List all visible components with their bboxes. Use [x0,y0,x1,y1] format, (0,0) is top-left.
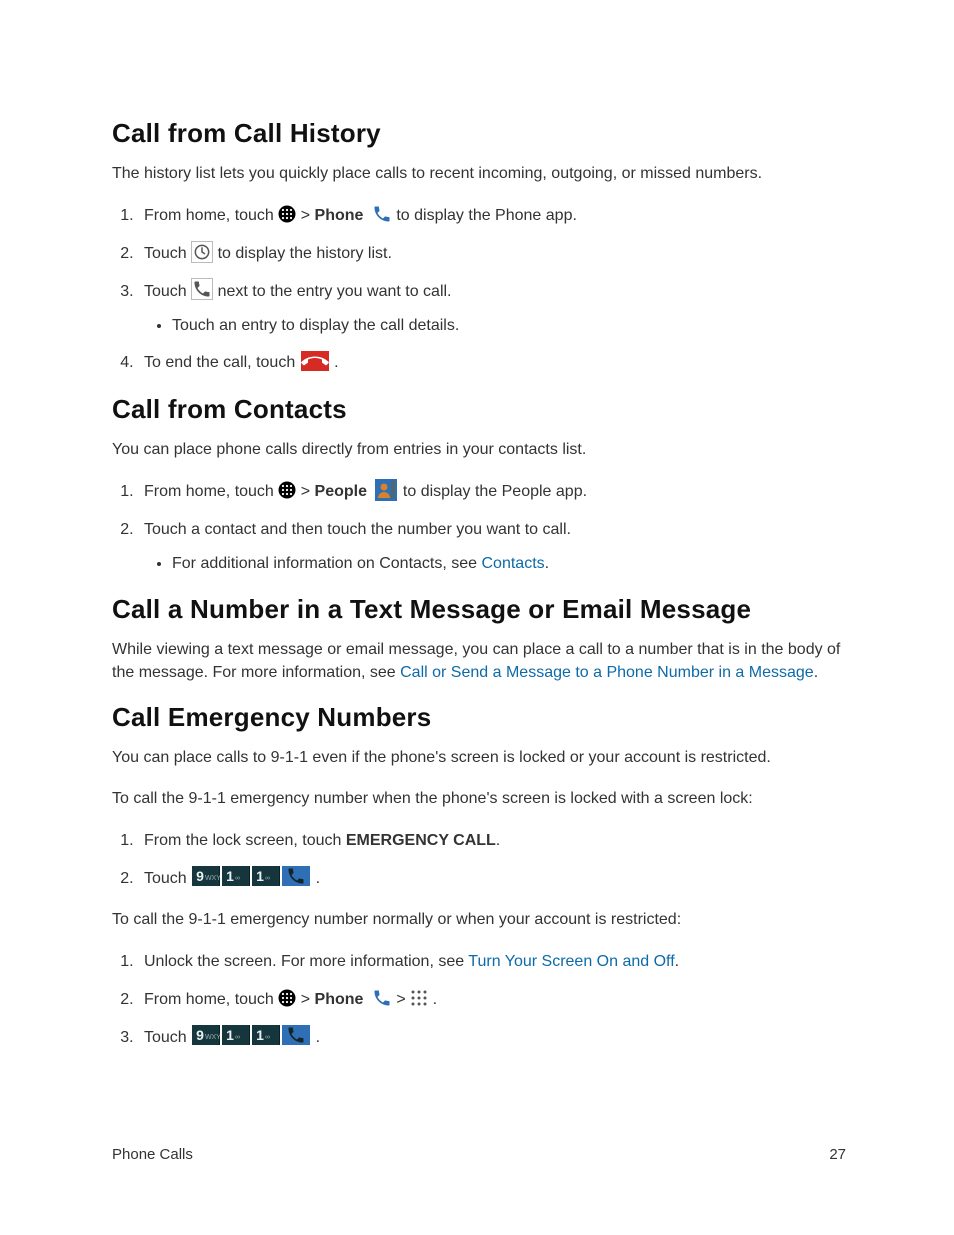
list-item: From the lock screen, touch EMERGENCY CA… [138,828,846,854]
heading-call-emergency: Call Emergency Numbers [112,702,846,733]
phone-handset-icon [372,988,392,1008]
list-item: Touch a contact and then touch the numbe… [138,517,846,577]
list-item: For additional information on Contacts, … [172,552,846,576]
history-clock-icon [191,241,213,263]
text: Touch [144,1029,191,1046]
steps-call-history: From home, touch > Phone to display the … [112,203,846,375]
text: Touch a contact and then touch the numbe… [144,521,571,538]
text: > [396,991,410,1008]
dial-call-icon [282,866,310,886]
text: Unlock the screen. For more information,… [144,953,468,970]
list-item: Unlock the screen. For more information,… [138,949,846,975]
call-message-link[interactable]: Call or Send a Message to a Phone Number… [400,664,814,681]
emergency-p1: You can place calls to 9-1-1 even if the… [112,747,846,769]
text: . [433,991,437,1008]
steps-contacts: From home, touch > People to display the… [112,479,846,576]
list-item: From home, touch > Phone > . [138,987,846,1013]
text: . [316,870,320,887]
screen-on-off-link[interactable]: Turn Your Screen On and Off [468,953,674,970]
list-item: Touch 9WXYZ1∞1∞ . [138,866,846,892]
contacts-link[interactable]: Contacts [482,555,545,572]
apps-grid-icon [278,989,296,1007]
text: . [545,555,549,572]
emergency-call-label: EMERGENCY CALL [346,832,496,849]
intro-contacts: You can place phone calls directly from … [112,439,846,461]
dialkey-1-icon: 1∞ [222,866,250,886]
paragraph-message: While viewing a text message or email me… [112,639,846,684]
emergency-p3: To call the 9-1-1 emergency number norma… [112,909,846,931]
list-item: To end the call, touch . [138,350,846,376]
dialkey-1-icon: 1∞ [252,1025,280,1045]
text: From the lock screen, touch [144,832,346,849]
text: Touch [144,870,191,887]
text: . [675,953,679,970]
emergency-p2: To call the 9-1-1 emergency number when … [112,788,846,810]
list-item: From home, touch > People to display the… [138,479,846,505]
end-call-icon [301,351,329,371]
heading-call-number-in-message: Call a Number in a Text Message or Email… [112,594,846,625]
text: From home, touch [144,483,278,500]
apps-grid-icon [278,205,296,223]
phone-label: Phone [315,991,364,1008]
phone-handset-icon [372,204,392,224]
text: For additional information on Contacts, … [172,555,482,572]
list-item: From home, touch > Phone to display the … [138,203,846,229]
list-item: Touch to display the history list. [138,241,846,267]
heading-call-from-contacts: Call from Contacts [112,394,846,425]
steps-emergency-normal: Unlock the screen. For more information,… [112,949,846,1050]
list-item: Touch an entry to display the call detai… [172,314,846,338]
text: From home, touch [144,991,278,1008]
list-item: Touch 9WXYZ1∞1∞ . [138,1025,846,1051]
list-item: Touch next to the entry you want to call… [138,279,846,339]
page-footer: Phone Calls 27 [112,1146,846,1163]
dialkey-9-icon: 9WXYZ [192,1025,220,1045]
footer-section-label: Phone Calls [112,1146,193,1163]
steps-emergency-locked: From the lock screen, touch EMERGENCY CA… [112,828,846,891]
text: > [301,207,315,224]
text: To end the call, touch [144,354,300,371]
apps-grid-icon [278,481,296,499]
text: to display the history list. [218,245,392,262]
dial-call-icon [282,1025,310,1045]
text: next to the entry you want to call. [218,283,452,300]
text: . [814,664,818,681]
people-label: People [315,483,367,500]
heading-call-from-call-history: Call from Call History [112,118,846,149]
people-app-icon [375,479,397,501]
footer-page-number: 27 [829,1146,846,1163]
dialpad-grid-icon [410,989,428,1007]
text: . [496,832,500,849]
text: > [301,991,315,1008]
document-page: Call from Call History The history list … [0,0,954,1235]
text: to display the People app. [403,483,587,500]
text: . [316,1029,320,1046]
text: > [301,483,315,500]
text: to display the Phone app. [396,207,577,224]
text: . [334,354,338,371]
text: From home, touch [144,207,278,224]
phone-small-icon [191,278,213,300]
text: Touch [144,245,191,262]
dialkey-1-icon: 1∞ [252,866,280,886]
dialkey-9-icon: 9WXYZ [192,866,220,886]
dialkey-1-icon: 1∞ [222,1025,250,1045]
phone-label: Phone [315,207,364,224]
intro-call-history: The history list lets you quickly place … [112,163,846,185]
text: Touch [144,283,191,300]
